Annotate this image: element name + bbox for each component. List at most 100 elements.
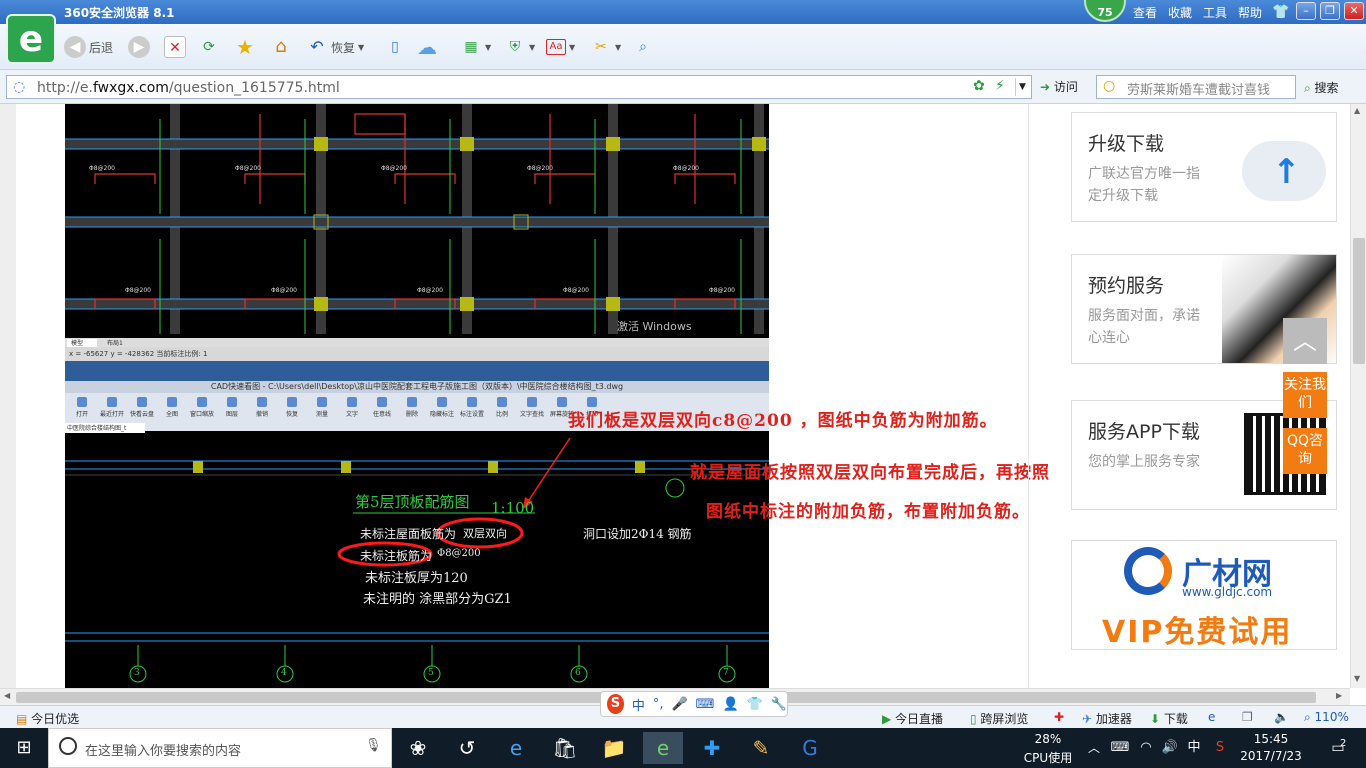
annotation-note-2: 就是屋面板按照双层双向布置完成后，再按照	[690, 463, 1050, 483]
task-view-icon[interactable]: ❀	[398, 732, 438, 764]
cad-heading: 第5层顶板配筋图	[355, 493, 470, 511]
search-button[interactable]: ⌕ 搜索	[1304, 79, 1339, 96]
refresh-button[interactable]: ⟳	[198, 34, 220, 60]
input-language[interactable]: 中	[1184, 732, 1204, 764]
scroll-right-icon[interactable]: ▶	[1336, 691, 1342, 700]
home-button[interactable]: ⌂	[270, 34, 292, 60]
phone-button[interactable]: ▯	[384, 34, 406, 60]
tray-chevron-icon[interactable]: ︿	[1086, 732, 1102, 764]
ime-toolbar[interactable]: S 中 °, 🎤 ⌨ 👤 👕 🔧	[600, 691, 788, 717]
url-input[interactable]: ◌ http://e.fwxgx.com/question_1615775.ht…	[6, 75, 1032, 99]
skin-icon[interactable]: 👕	[1272, 4, 1289, 20]
menu-favorites[interactable]: 收藏	[1168, 4, 1192, 21]
volume-icon[interactable]: 🔈	[1274, 710, 1289, 724]
wrench-icon[interactable]: 🔧	[771, 697, 787, 712]
sogou-tray-icon[interactable]: S	[1208, 732, 1232, 764]
minimize-button[interactable]: –	[1296, 2, 1316, 20]
undo-icon: ↶	[310, 37, 324, 56]
mic-icon[interactable]: 🎙	[365, 738, 382, 753]
browser-g-icon[interactable]: ↺	[447, 732, 487, 764]
security-score-badge[interactable]: 75	[1084, 0, 1126, 22]
window-icon[interactable]: ❐	[1242, 710, 1253, 724]
punctuation-icon[interactable]: °,	[653, 697, 664, 712]
edge-icon[interactable]: e	[496, 732, 536, 764]
windows-start-icon[interactable]: ⊞	[4, 732, 44, 764]
speed-mode-icon[interactable]: ⚡	[995, 78, 1005, 94]
cloud-icon: ☁	[417, 35, 437, 59]
download-arrow-icon: ⬇	[1150, 712, 1164, 726]
gldjc-ad-card[interactable]: 广材网 www.gldjc.com VIP免费试用	[1071, 540, 1337, 650]
user-icon[interactable]: 👤	[722, 697, 738, 712]
follow-us-button[interactable]: 关注我们	[1283, 372, 1327, 418]
search-icon: ⌕	[1304, 81, 1315, 95]
notes-app-icon[interactable]: ✎	[741, 732, 781, 764]
cross-screen-link[interactable]: ▯ 跨屏浏览	[970, 710, 1028, 727]
notification-center-icon[interactable]: ▭ 2	[1318, 732, 1358, 764]
cad-tool: 删除	[399, 395, 425, 421]
file-explorer-icon[interactable]: 📁	[594, 732, 634, 764]
zoom-tool-button[interactable]: ⌕	[632, 34, 654, 60]
zoom-level[interactable]: ⌕ 110%	[1304, 710, 1349, 725]
page-left-margin	[0, 104, 16, 688]
shield-button[interactable]: ⛨ ▼	[504, 34, 535, 60]
vertical-scroll-thumb[interactable]	[1353, 238, 1365, 364]
scroll-up-icon[interactable]: ▲	[1354, 106, 1360, 115]
sogou-ime-icon[interactable]: S	[607, 694, 624, 714]
upgrade-download-card[interactable]: 升级下载 广联达官方唯一指定升级下载 ↑	[1071, 112, 1337, 222]
forward-button[interactable]: ▶	[128, 34, 150, 60]
qq-consult-button[interactable]: QQ咨询	[1283, 428, 1327, 474]
download-link[interactable]: ⬇ 下载	[1150, 710, 1188, 727]
restore-button[interactable]: ↶ 恢复 ▼	[306, 34, 364, 60]
ad-url: www.gldjc.com	[1182, 585, 1273, 599]
speaker-icon[interactable]: 🔊	[1160, 732, 1180, 764]
maximize-button[interactable]: ❐	[1320, 2, 1340, 20]
apps-button[interactable]: ▦ ▼	[460, 34, 491, 60]
cad-screenshot-upper: Φ8@200 Φ8@200 Φ8@200 Φ8@200 Φ8@200 Φ8@200 Φ8@…	[65, 104, 769, 347]
scroll-left-icon[interactable]: ◀	[4, 691, 10, 700]
favorites-button[interactable]: ★	[234, 34, 256, 60]
store-icon[interactable]: 🛍	[545, 732, 585, 764]
service-title: 预约服务	[1088, 275, 1165, 297]
360-browser-taskbar-icon[interactable]: e	[643, 732, 683, 764]
wifi-icon[interactable]: ◠	[1136, 732, 1156, 764]
glodon-icon[interactable]: G	[790, 732, 830, 764]
clock-time[interactable]: 15:45	[1240, 732, 1302, 746]
screenshot-button[interactable]: ✂ ▼	[590, 34, 621, 60]
ie-icon[interactable]: e	[1208, 710, 1215, 724]
taskbar-search-input[interactable]: 在这里输入你要搜索的内容 🎙	[48, 728, 392, 768]
back-to-top-button[interactable]: ︿	[1283, 318, 1327, 364]
ime-mode[interactable]: 中	[632, 695, 645, 714]
back-button[interactable]: ◀ 后退	[64, 34, 113, 60]
keyboard-icon[interactable]: ⌨	[696, 697, 715, 712]
bag-icon: ▤	[16, 712, 32, 726]
close-button[interactable]: ✕	[1344, 2, 1364, 20]
vertical-scrollbar[interactable]: ▲ ▼	[1350, 104, 1366, 688]
url-dropdown-icon[interactable]: ▼	[1015, 78, 1029, 96]
stop-button[interactable]: ✕	[164, 34, 186, 60]
svg-text:Φ8@200: Φ8@200	[89, 165, 115, 172]
plus-icon[interactable]: ✚	[1054, 710, 1064, 724]
visit-button[interactable]: ➜ 访问	[1040, 78, 1078, 95]
menu-help[interactable]: 帮助	[1238, 4, 1262, 21]
today-picks-link[interactable]: ▤ 今日优选	[16, 710, 79, 727]
menu-tools[interactable]: 工具	[1203, 4, 1227, 21]
cad-note-line4: 未注明的 涂黑部分为GZ1	[363, 592, 512, 607]
scroll-down-icon[interactable]: ▼	[1354, 674, 1360, 683]
microphone-icon[interactable]: 🎤	[671, 697, 687, 712]
today-live-link[interactable]: ▶ 今日直播	[882, 710, 943, 727]
compat-mode-icon[interactable]: ✿	[973, 78, 985, 94]
menu-view[interactable]: 查看	[1133, 4, 1157, 21]
browser-logo-icon[interactable]: e	[6, 14, 56, 64]
cloud-button[interactable]: ☁	[416, 34, 438, 60]
translate-button[interactable]: Aa ▼	[546, 34, 575, 60]
search-input[interactable]: ○ 劳斯莱斯婚车遭截讨喜钱	[1096, 75, 1296, 99]
accelerator-link[interactable]: ✈ 加速器	[1082, 710, 1132, 727]
svg-text:Φ8@200: Φ8@200	[417, 287, 443, 294]
tray-network-icon[interactable]: ⌨	[1110, 732, 1130, 764]
ad-vip: VIP免费试用	[1102, 615, 1293, 650]
clock-date[interactable]: 2017/7/23	[1240, 749, 1302, 763]
skin-shirt-icon[interactable]: 👕	[747, 697, 763, 712]
cad-viewer-icon[interactable]: ✚	[692, 732, 732, 764]
cad-tool: 最近打开	[99, 395, 125, 421]
cad-note-line1b: 双层双向	[463, 527, 507, 540]
